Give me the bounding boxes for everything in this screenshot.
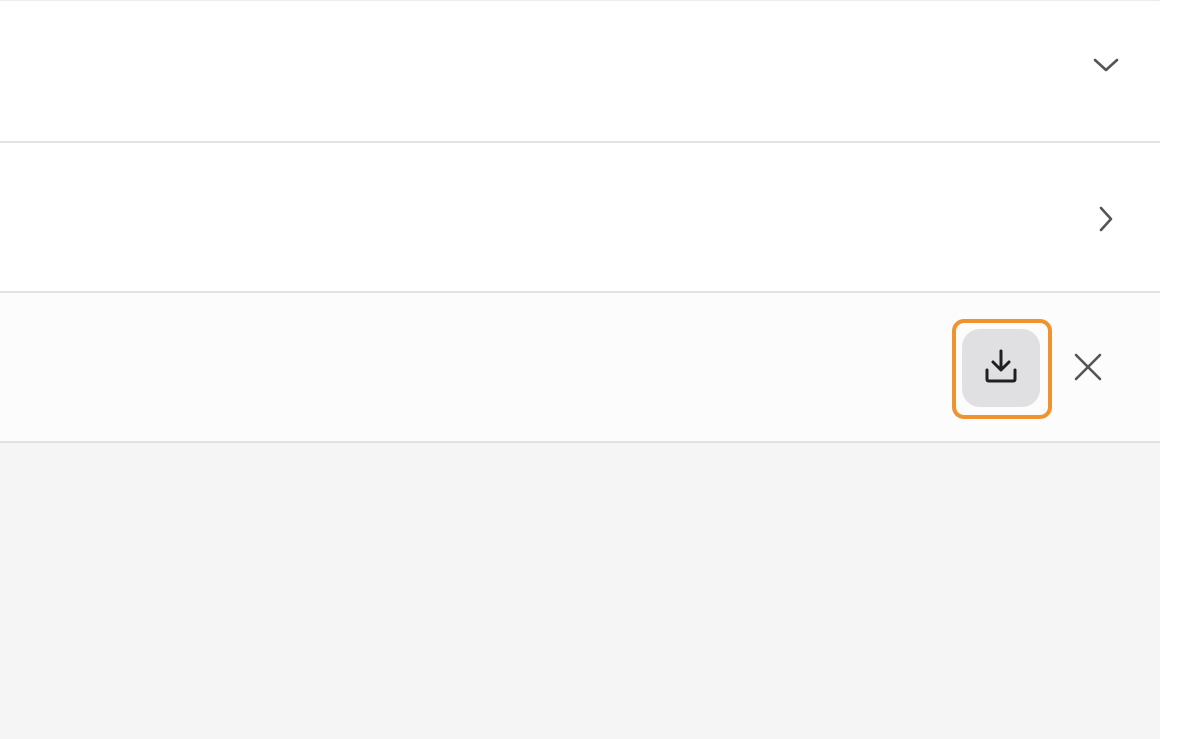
- close-button[interactable]: [1066, 347, 1110, 391]
- app-frame: [0, 0, 1200, 739]
- chevron-right-icon[interactable]: [1086, 199, 1126, 239]
- download-button[interactable]: [962, 329, 1040, 407]
- empty-content-area: [0, 443, 1160, 739]
- list-item-expanded[interactable]: [0, 1, 1160, 143]
- chevron-down-icon[interactable]: [1086, 45, 1126, 85]
- list-item-download: [0, 293, 1160, 443]
- list-panel: [0, 0, 1160, 739]
- close-icon: [1073, 352, 1103, 387]
- download-icon: [981, 346, 1021, 391]
- window-edge: [1162, 0, 1200, 738]
- list-item-collapsed[interactable]: [0, 143, 1160, 293]
